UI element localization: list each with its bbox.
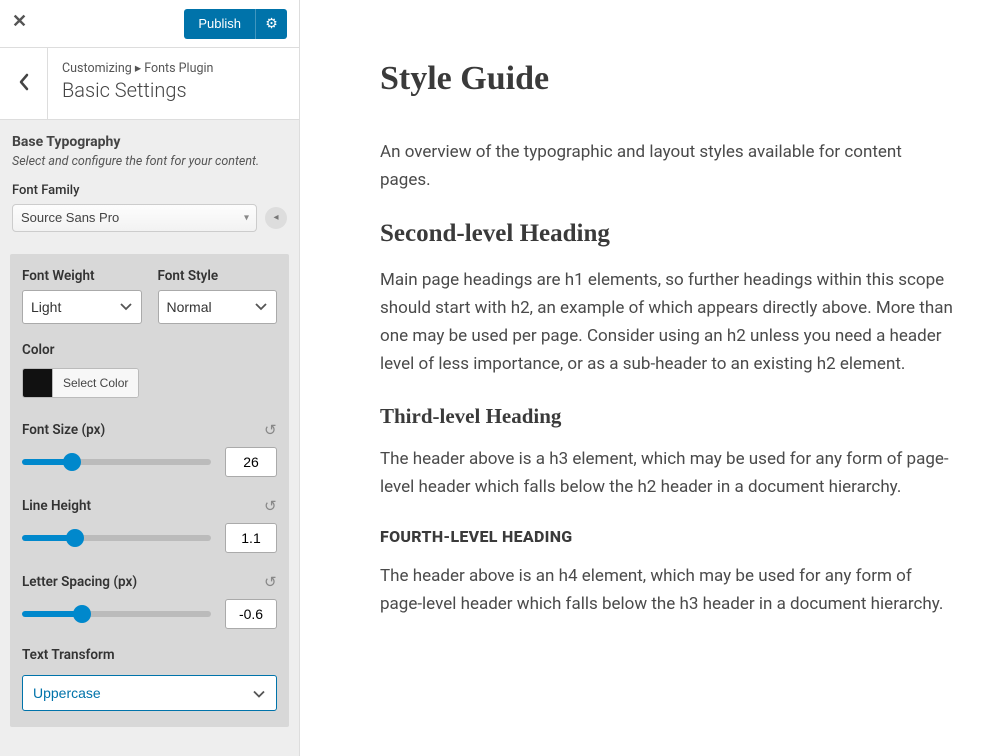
preview-pane: Style Guide An overview of the typograph… <box>300 0 1000 756</box>
font-family-label: Font Family <box>12 183 287 198</box>
color-swatch <box>23 369 53 397</box>
publish-settings-button[interactable]: ⚙ <box>255 9 287 39</box>
font-style-select[interactable]: Normal <box>158 290 278 324</box>
text-transform-select[interactable]: Uppercase <box>22 675 277 711</box>
font-size-label: Font Size (px) <box>22 422 105 438</box>
preview-paragraph: The header above is a h3 element, which … <box>380 445 954 501</box>
preview-paragraph: The header above is an h4 element, which… <box>380 562 954 618</box>
preview-paragraph: An overview of the typographic and layou… <box>380 138 954 194</box>
font-style-label: Font Style <box>158 268 278 284</box>
reset-icon[interactable]: ↻ <box>264 421 277 439</box>
font-weight-label: Font Weight <box>22 268 142 284</box>
gear-icon: ⚙ <box>265 15 278 32</box>
font-family-reset-button[interactable]: ◂ <box>265 207 287 229</box>
publish-button[interactable]: Publish <box>184 9 255 39</box>
color-picker[interactable]: Select Color <box>22 368 139 398</box>
font-weight-select[interactable]: Light <box>22 290 142 324</box>
caret-left-icon: ◂ <box>273 212 278 223</box>
topbar: ✕ Publish ⚙ <box>0 0 299 48</box>
reset-icon[interactable]: ↻ <box>264 497 277 515</box>
preview-paragraph: Main page headings are h1 elements, so f… <box>380 266 954 378</box>
customizer-sidebar: ✕ Publish ⚙ Customizing ▸ Fonts Plugin B… <box>0 0 300 756</box>
preview-h1: Style Guide <box>380 60 954 98</box>
select-color-button[interactable]: Select Color <box>53 369 138 397</box>
back-button[interactable] <box>0 48 48 119</box>
panel-header: Customizing ▸ Fonts Plugin Basic Setting… <box>0 48 299 120</box>
breadcrumb: Customizing ▸ Fonts Plugin <box>62 60 285 76</box>
line-height-input[interactable] <box>225 523 277 553</box>
reset-icon[interactable]: ↻ <box>264 573 277 591</box>
color-label: Color <box>22 342 277 358</box>
section-base-typography: Base Typography Select and configure the… <box>0 120 299 242</box>
font-family-select[interactable]: Source Sans Pro <box>12 204 257 232</box>
typography-controls: Font Weight Light Font Style Normal <box>10 254 289 727</box>
page-title: Basic Settings <box>62 78 285 102</box>
section-title: Base Typography <box>12 134 287 150</box>
chevron-left-icon <box>17 72 31 96</box>
text-transform-label: Text Transform <box>22 647 277 663</box>
close-icon: ✕ <box>12 11 27 32</box>
preview-h2: Second-level Heading <box>380 220 954 248</box>
letter-spacing-input[interactable] <box>225 599 277 629</box>
font-size-slider[interactable] <box>22 459 211 465</box>
letter-spacing-label: Letter Spacing (px) <box>22 574 137 590</box>
letter-spacing-slider[interactable] <box>22 611 211 617</box>
preview-h3: Third-level Heading <box>380 404 954 429</box>
font-size-input[interactable] <box>225 447 277 477</box>
preview-h4: Fourth-level Heading <box>380 527 954 546</box>
section-description: Select and configure the font for your c… <box>12 154 287 171</box>
line-height-slider[interactable] <box>22 535 211 541</box>
close-button[interactable]: ✕ <box>12 13 34 35</box>
line-height-label: Line Height <box>22 498 91 514</box>
